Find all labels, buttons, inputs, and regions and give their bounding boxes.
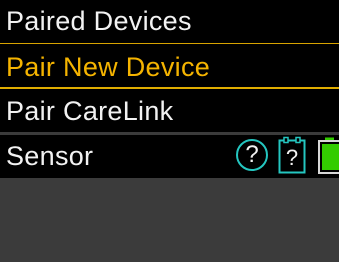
page-title: Paired Devices <box>6 6 192 36</box>
menu-item-label: Pair New Device <box>6 52 211 82</box>
menu-item-label: Sensor <box>6 141 94 171</box>
menu-item-label: Pair CareLink <box>6 96 174 126</box>
title-bar: Paired Devices <box>0 0 339 44</box>
sensor-icon-glyph: ? <box>286 145 298 170</box>
battery-icon <box>318 137 339 174</box>
menu-item-pair-carelink[interactable]: Pair CareLink <box>0 89 339 132</box>
empty-panel <box>0 178 339 262</box>
sensor-icon: ? <box>278 136 306 174</box>
help-icon: ? <box>236 139 268 171</box>
menu-item-pair-new-device[interactable]: Pair New Device <box>0 44 339 89</box>
device-screen: Paired Devices Pair New Device Pair Care… <box>0 0 339 262</box>
